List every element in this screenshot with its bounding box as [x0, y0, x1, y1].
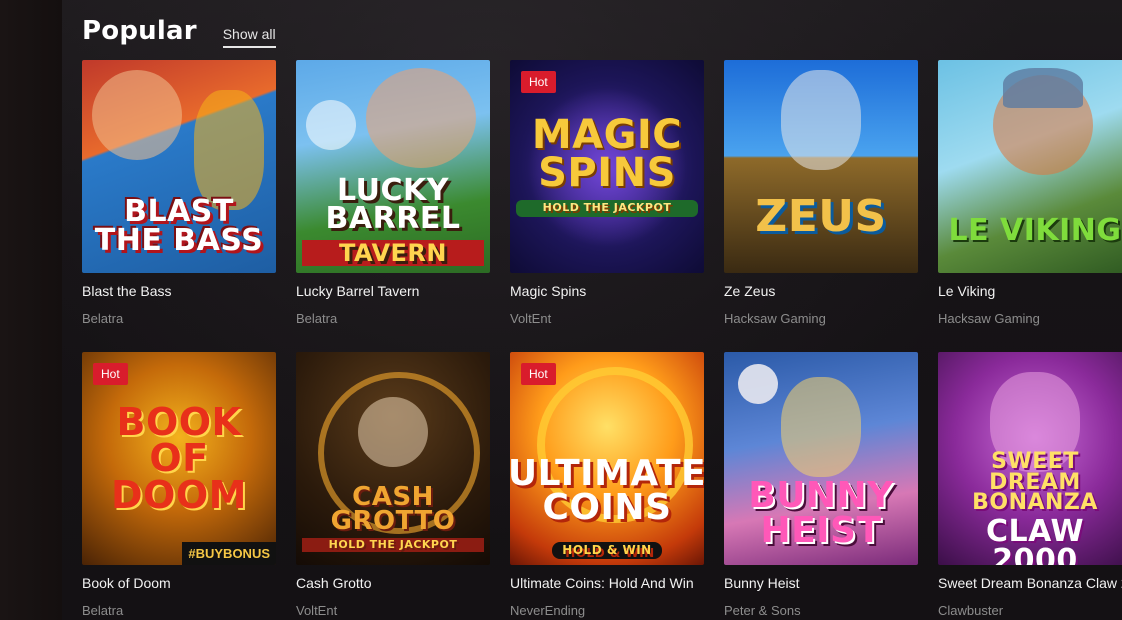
- game-provider: Clawbuster: [938, 603, 1004, 618]
- game-art-title: Book of Doom: [111, 400, 247, 517]
- game-card-magic-spins[interactable]: Hot Magic Spins Hold the Jackpot Magic S…: [510, 60, 704, 328]
- hot-badge: Hot: [521, 363, 556, 385]
- game-art-title: Bunny Heist: [748, 475, 894, 551]
- game-art-main: Magic Spins: [531, 112, 683, 197]
- game-provider: Belatra: [82, 603, 124, 618]
- game-art-sub: Hold the Jackpot: [302, 537, 484, 553]
- game-title[interactable]: Cash Grotto: [296, 575, 490, 591]
- game-card-ultimate-coins[interactable]: Hot Ultimate Coins Hold & Win Ultimate C…: [510, 352, 704, 620]
- game-art-title: Zeus: [755, 190, 887, 242]
- game-card-ze-zeus[interactable]: Zeus Ze Zeus Hacksaw Gaming: [724, 60, 918, 328]
- game-card-cash-grotto[interactable]: Cash Grotto Hold the Jackpot Cash Grotto…: [296, 352, 490, 620]
- game-provider: NeverEnding: [510, 603, 586, 618]
- game-thumbnail[interactable]: Hot Ultimate Coins Hold & Win: [510, 352, 704, 565]
- game-title[interactable]: Book of Doom: [82, 575, 276, 591]
- game-title[interactable]: Magic Spins: [510, 283, 704, 299]
- game-thumbnail[interactable]: Cash Grotto Hold the Jackpot: [296, 352, 490, 565]
- section-header: Popular Show all: [82, 8, 276, 48]
- show-all-link[interactable]: Show all: [222, 26, 276, 48]
- game-art-title: Lucky Barrel Tavern: [296, 175, 490, 267]
- game-thumbnail[interactable]: Bunny Heist: [724, 352, 918, 565]
- game-card-bunny-heist[interactable]: Bunny Heist Bunny Heist Peter & Sons: [724, 352, 918, 620]
- game-card-blast-the-bass[interactable]: Blast the Bass Blast the Bass Belatra: [82, 60, 276, 328]
- game-provider: Hacksaw Gaming: [724, 311, 826, 326]
- hot-badge: Hot: [521, 71, 556, 93]
- hot-badge: Hot: [93, 363, 128, 385]
- game-art-main: Ultimate Coins: [510, 453, 704, 529]
- buy-bonus-tag: #BUYBONUS: [182, 542, 276, 565]
- game-art-title: Blast the Bass: [94, 194, 264, 258]
- game-thumbnail[interactable]: Hot Book of Doom #BUYBONUS: [82, 352, 276, 565]
- game-art-sub: Claw 2000: [985, 514, 1085, 565]
- game-provider: VoltEnt: [296, 603, 338, 618]
- game-art-title: Magic Spins Hold the Jackpot: [510, 115, 704, 217]
- popular-section: Popular Show all Blast the Bass Blast th…: [62, 0, 1122, 620]
- game-card-lucky-barrel-tavern[interactable]: Lucky Barrel Tavern Lucky Barrel Tavern …: [296, 60, 490, 328]
- game-art-main: Cash Grotto: [330, 481, 456, 537]
- game-title[interactable]: Ultimate Coins: Hold And Win: [510, 575, 704, 591]
- game-art-main: Lucky Barrel: [325, 172, 461, 237]
- game-art-sub: Hold & Win: [552, 541, 662, 559]
- game-provider: Belatra: [296, 311, 338, 326]
- game-card-le-viking[interactable]: Le Viking Le Viking Hacksaw Gaming: [938, 60, 1122, 328]
- game-title[interactable]: Ze Zeus: [724, 283, 918, 299]
- game-art-title: Sweet Dream Bonanza Claw 2000: [938, 448, 1122, 565]
- game-title[interactable]: Blast the Bass: [82, 283, 276, 299]
- game-provider: VoltEnt: [510, 311, 552, 326]
- game-provider: Hacksaw Gaming: [938, 311, 1040, 326]
- game-thumbnail[interactable]: Le Viking: [938, 60, 1122, 273]
- section-title: Popular: [82, 16, 197, 46]
- game-thumbnail[interactable]: Hot Magic Spins Hold the Jackpot: [510, 60, 704, 273]
- game-thumbnail[interactable]: Lucky Barrel Tavern: [296, 60, 490, 273]
- game-thumbnail[interactable]: Sweet Dream Bonanza Claw 2000: [938, 352, 1122, 565]
- game-title[interactable]: Le Viking: [938, 283, 1122, 299]
- game-title[interactable]: Bunny Heist: [724, 575, 918, 591]
- games-grid: Blast the Bass Blast the Bass Belatra Lu…: [82, 60, 1122, 620]
- game-title[interactable]: Lucky Barrel Tavern: [296, 283, 490, 299]
- game-title[interactable]: Sweet Dream Bonanza Claw 2000: [938, 575, 1122, 591]
- game-art-sub: Hold the Jackpot: [516, 200, 698, 217]
- game-card-book-of-doom[interactable]: Hot Book of Doom #BUYBONUS Book of Doom …: [82, 352, 276, 620]
- game-art-title: Cash Grotto Hold the Jackpot: [296, 481, 490, 553]
- game-art-title: Le Viking: [948, 213, 1122, 249]
- game-art-title: Ultimate Coins Hold & Win: [510, 456, 704, 560]
- game-provider: Peter & Sons: [724, 603, 801, 618]
- game-art-main: Sweet Dream Bonanza: [972, 448, 1098, 516]
- game-card-sweet-dream-bonanza[interactable]: Sweet Dream Bonanza Claw 2000 Sweet Drea…: [938, 352, 1122, 620]
- game-art-sub: Tavern: [302, 239, 484, 267]
- left-panel-edge: [0, 0, 62, 620]
- game-thumbnail[interactable]: Blast the Bass: [82, 60, 276, 273]
- game-thumbnail[interactable]: Zeus: [724, 60, 918, 273]
- game-provider: Belatra: [82, 311, 124, 326]
